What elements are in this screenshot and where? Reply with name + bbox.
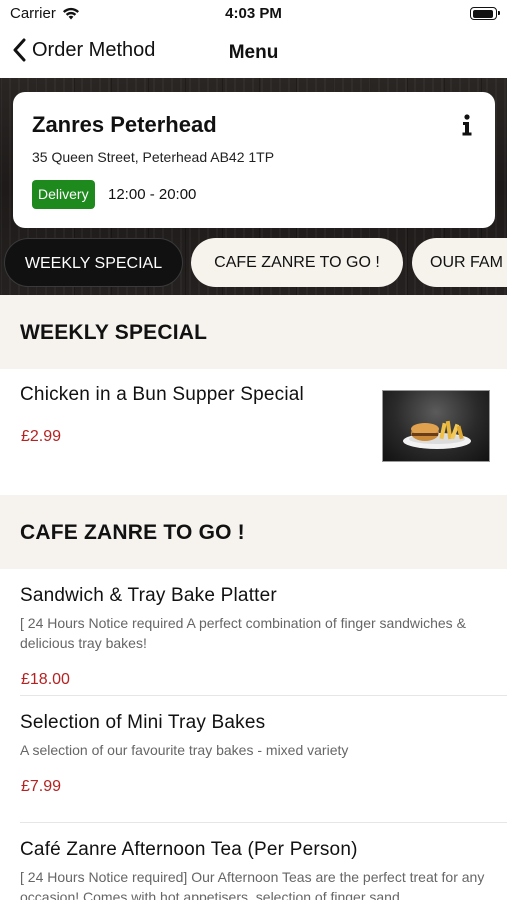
menu-item-afternoon-tea[interactable]: Café Zanre Afternoon Tea (Per Person) [ …: [0, 823, 507, 900]
page-title: Menu: [228, 42, 279, 63]
section-header-cafe-zanre-to-go: CAFE ZANRE TO GO !: [0, 495, 507, 569]
opening-hours: 12:00 - 20:00: [108, 186, 197, 203]
menu-item-mini-tray-bakes[interactable]: Selection of Mini Tray Bakes A selection…: [0, 696, 507, 822]
status-bar: Carrier 4:03 PM: [0, 0, 507, 28]
item-price: £7.99: [21, 778, 62, 795]
section-title: CAFE ZANRE TO GO !: [20, 521, 245, 544]
info-icon[interactable]: [461, 114, 473, 136]
restaurant-address: 35 Queen Street, Peterhead AB42 1TP: [32, 149, 275, 165]
item-price: £18.00: [21, 671, 70, 688]
tab-our-fam[interactable]: OUR FAM: [412, 238, 507, 287]
back-button[interactable]: Order Method: [12, 38, 155, 62]
chevron-left-icon: [13, 38, 26, 62]
item-description: [ 24 Hours Notice required A perfect com…: [20, 615, 466, 651]
tab-cafe-zanre-to-go[interactable]: CAFE ZANRE TO GO !: [191, 238, 403, 287]
tab-weekly-special[interactable]: WEEKLY SPECIAL: [4, 238, 183, 287]
navigation-bar: Order Method Menu: [0, 28, 507, 78]
category-tabs: WEEKLY SPECIAL CAFE ZANRE TO GO ! OUR FA…: [4, 238, 507, 287]
tab-label: OUR FAM: [430, 254, 503, 271]
clock: 4:03 PM: [225, 5, 282, 22]
back-button-label: Order Method: [32, 38, 156, 61]
section-header-weekly-special: WEEKLY SPECIAL: [0, 295, 507, 369]
restaurant-info-card: Zanres Peterhead 35 Queen Street, Peterh…: [13, 92, 495, 228]
item-description: [ 24 Hours Notice required] Our Afternoo…: [20, 869, 485, 900]
section-title: WEEKLY SPECIAL: [20, 321, 208, 344]
item-price: £2.99: [21, 428, 62, 445]
item-name: Sandwich & Tray Bake Platter: [20, 585, 277, 606]
restaurant-name: Zanres Peterhead: [32, 112, 217, 137]
item-name: Selection of Mini Tray Bakes: [20, 712, 266, 733]
item-name: Café Zanre Afternoon Tea (Per Person): [20, 839, 358, 860]
menu-item-sandwich-tray-bake-platter[interactable]: Sandwich & Tray Bake Platter [ 24 Hours …: [0, 569, 507, 695]
battery-icon: [470, 7, 500, 20]
tab-label: WEEKLY SPECIAL: [24, 255, 163, 272]
order-type-badge: Delivery: [32, 180, 95, 209]
item-description: A selection of our favourite tray bakes …: [20, 742, 349, 758]
item-image-chicken-burger: [382, 390, 490, 462]
item-name: Chicken in a Bun Supper Special: [20, 384, 304, 405]
tab-label: CAFE ZANRE TO GO !: [214, 254, 380, 271]
